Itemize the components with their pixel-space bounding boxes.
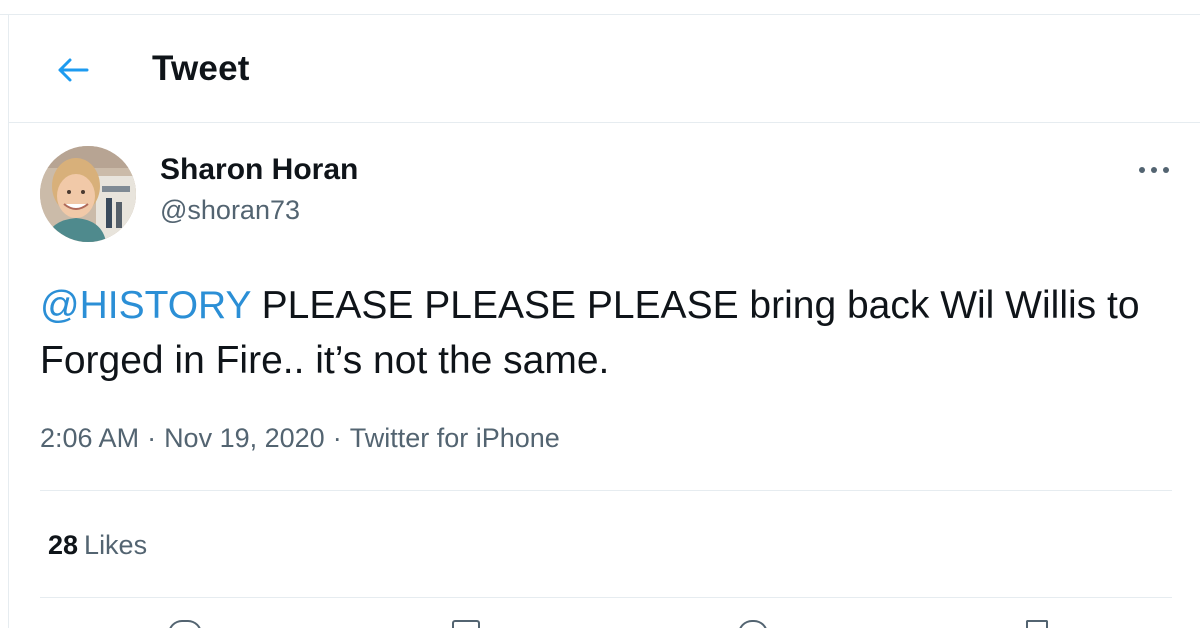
divider <box>40 597 1172 598</box>
reply-icon[interactable] <box>168 620 202 628</box>
avatar[interactable] <box>40 146 136 242</box>
like-icon[interactable] <box>738 620 768 628</box>
meta-separator: · <box>147 423 157 453</box>
divider <box>40 490 1172 491</box>
arrow-left-icon <box>58 58 89 82</box>
tweet-text: @HISTORY PLEASE PLEASE PLEASE bring back… <box>40 278 1160 388</box>
tweet-page: Tweet Sharon Horan @shoran73 @HISTORY PL… <box>0 0 1200 628</box>
tweet-time[interactable]: 2:06 AM <box>40 423 139 453</box>
more-horizontal-icon <box>1139 167 1169 173</box>
tweet-source[interactable]: Twitter for iPhone <box>350 423 560 453</box>
tweet-date[interactable]: Nov 19, 2020 <box>164 423 325 453</box>
author-display-name[interactable]: Sharon Horan <box>160 153 358 187</box>
profile-photo <box>40 146 136 242</box>
meta-separator: · <box>332 423 342 453</box>
more-options-button[interactable] <box>1134 158 1174 182</box>
likes-label: Likes <box>84 530 148 560</box>
likes-count: 28 <box>48 530 79 560</box>
back-button[interactable] <box>53 53 93 87</box>
likes-stat[interactable]: 28 Likes <box>48 530 147 561</box>
retweet-icon[interactable] <box>452 620 480 628</box>
tweet-meta: 2:06 AM · Nov 19, 2020 · Twitter for iPhone <box>40 423 560 454</box>
share-icon[interactable] <box>1026 620 1048 628</box>
author-handle[interactable]: @shoran73 <box>160 195 300 226</box>
page-header: Tweet <box>9 15 1200 123</box>
page-title: Tweet <box>152 49 250 88</box>
mention-link[interactable]: @HISTORY <box>40 284 251 327</box>
